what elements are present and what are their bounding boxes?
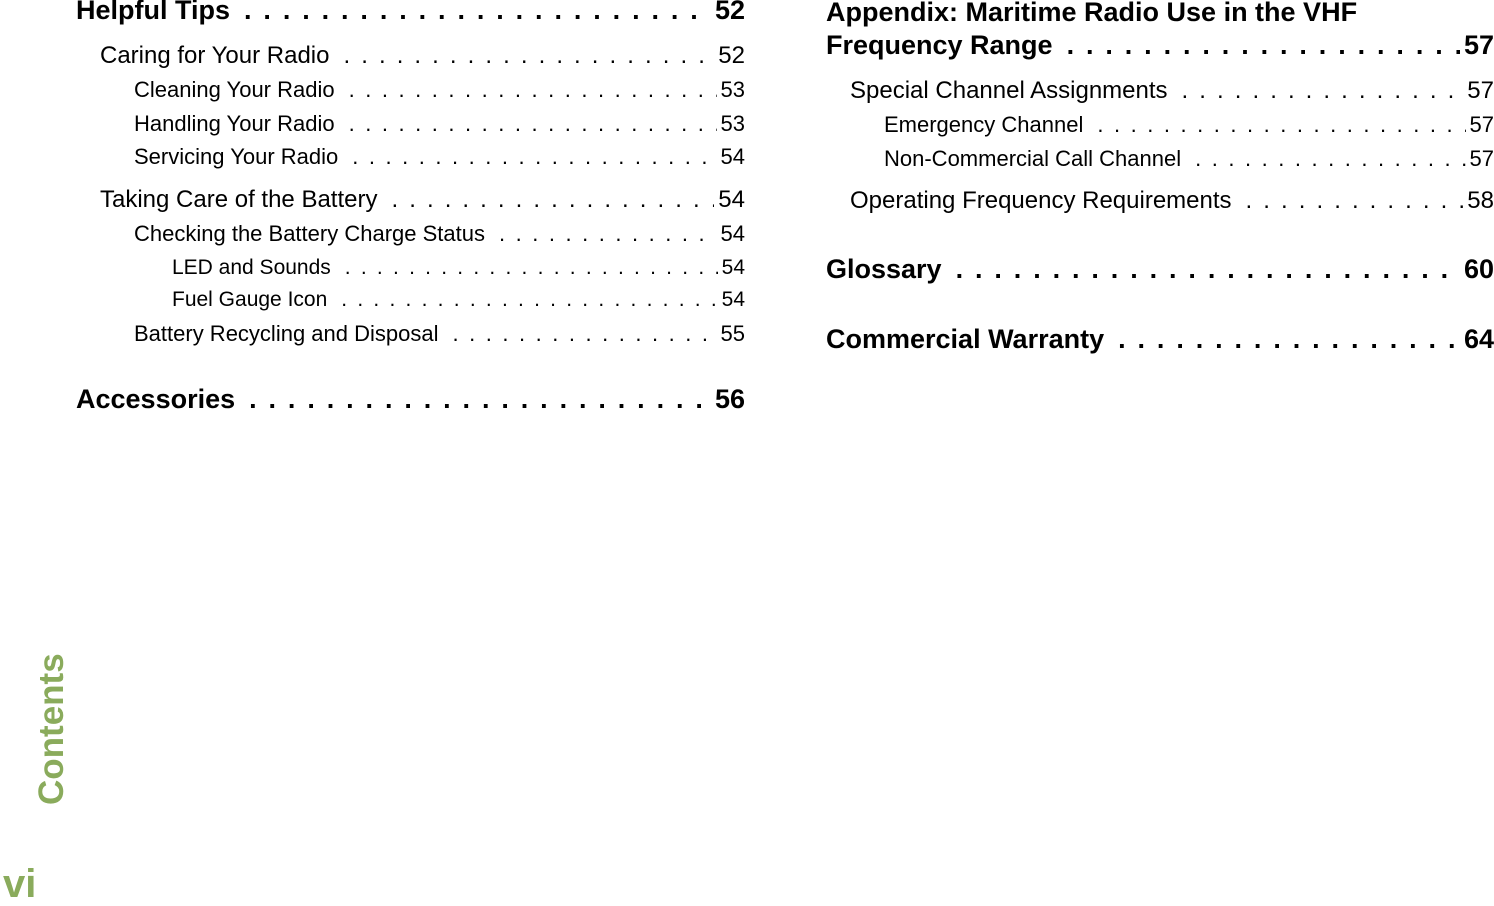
toc-entry[interactable]: Emergency Channel57: [884, 112, 1494, 138]
toc-entry[interactable]: Taking Care of the Battery54: [100, 186, 745, 214]
toc-entry[interactable]: Helpful Tips52: [76, 0, 745, 26]
toc-entry[interactable]: Operating Frequency Requirements58: [850, 187, 1494, 215]
contents-side-tab: Contents: [32, 653, 71, 805]
toc-entry[interactable]: Accessories56: [76, 384, 745, 415]
page-number: vi: [3, 862, 37, 906]
toc-entry[interactable]: Non-Commercial Call Channel57: [884, 146, 1494, 172]
toc-entry[interactable]: Commercial Warranty64: [826, 324, 1494, 355]
toc-entry[interactable]: Caring for Your Radio52: [100, 42, 745, 70]
toc-entry[interactable]: Cleaning Your Radio53: [134, 77, 745, 103]
toc-entry[interactable]: Fuel Gauge Icon54: [172, 288, 745, 312]
toc-entry[interactable]: Servicing Your Radio54: [134, 144, 745, 170]
toc-entry[interactable]: LED and Sounds54: [172, 256, 745, 280]
toc-entry[interactable]: Frequency Range57: [826, 30, 1494, 61]
appendix-title-line1[interactable]: Appendix: Maritime Radio Use in the VHF: [826, 0, 1357, 29]
toc-entry[interactable]: Glossary60: [826, 254, 1494, 285]
toc-entry[interactable]: Handling Your Radio53: [134, 111, 745, 137]
toc-entry[interactable]: Checking the Battery Charge Status54: [134, 221, 745, 247]
toc-entry[interactable]: Special Channel Assignments57: [850, 77, 1494, 105]
toc-entry[interactable]: Battery Recycling and Disposal55: [134, 321, 745, 347]
